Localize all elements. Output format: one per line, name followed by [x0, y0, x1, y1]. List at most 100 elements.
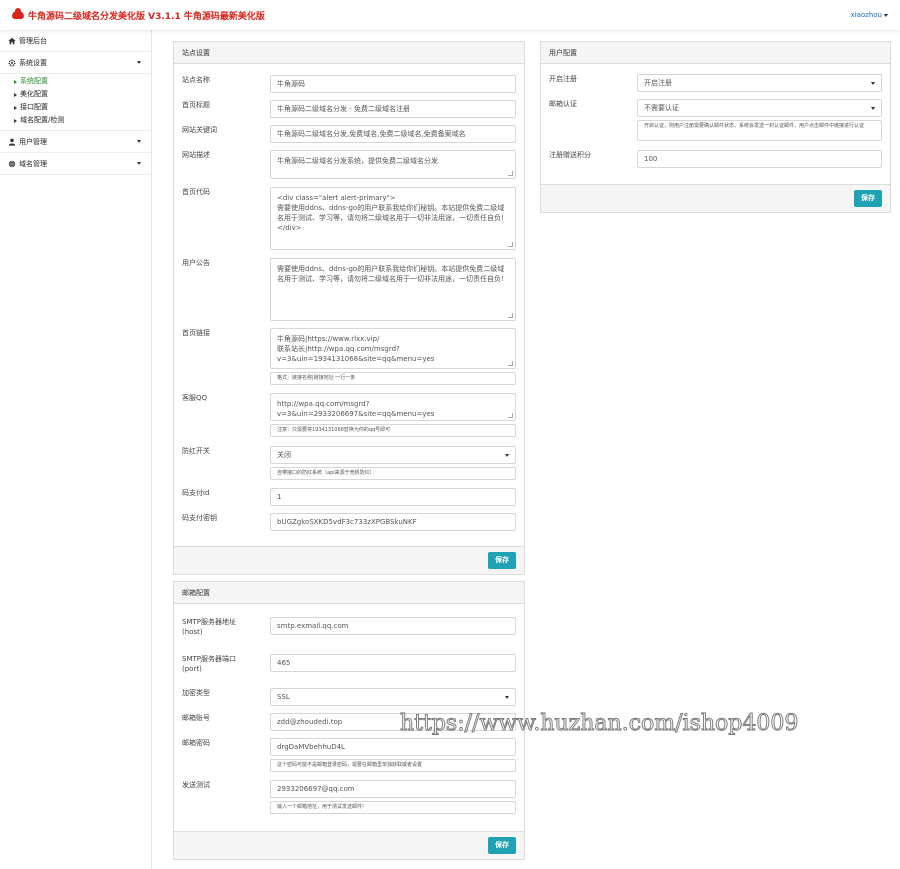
caret-right-icon	[14, 105, 17, 110]
home-code-text: <div class="alert alert-primary"> 需要使用dd…	[277, 194, 505, 232]
encryption-selected: SSL	[277, 693, 290, 701]
sidebar-subitem-domain-config[interactable]: 域名配置/检测	[14, 114, 151, 127]
mail-account-label: 邮箱账号	[182, 714, 210, 722]
mail-verify-selected: 不需要认证	[644, 104, 679, 112]
send-test-input[interactable]: 2933206697@qq.com	[270, 780, 516, 798]
card-footer: 保存	[174, 546, 524, 574]
home-icon	[8, 37, 16, 44]
resize-grip-icon[interactable]	[508, 313, 513, 318]
description-text: 牛角源码二级域名分发系统，提供免费二级域名分发	[277, 157, 438, 165]
antired-select[interactable]: 关闭	[270, 446, 516, 464]
sidebar-submenu: 系统配置 美化配置 接口配置 域名配置/检测	[0, 74, 151, 131]
points-label: 注册赠送积分	[549, 151, 591, 159]
sidebar-item-user-management[interactable]: 用户管理	[0, 131, 151, 153]
site-settings-card: 站点设置 站点名称 牛角源码 首页标题 牛角源码二级域名分发 - 免费二级域名注…	[173, 41, 525, 575]
mail-verify-select[interactable]: 不需要认证	[637, 99, 882, 117]
sidebar-item-domain-management[interactable]: 域名管理	[0, 153, 151, 175]
gear-icon	[8, 58, 16, 67]
save-button[interactable]: 保存	[854, 190, 882, 207]
top-navbar: 牛角源码二级域名分发美化版 V3.1.1 牛角源码最新美化版 xiaozhou	[0, 0, 900, 30]
watermark-text: https://www.huzhan.com/ishop4009	[399, 711, 799, 737]
cloud-icon	[12, 8, 24, 19]
card-title: 站点设置	[174, 42, 524, 64]
points-input[interactable]: 100	[637, 150, 882, 168]
links-help: 格式：链接名称|链接地址 一行一条	[270, 372, 516, 385]
sidebar-label: 管理后台	[19, 36, 47, 45]
sidebar-label: 域名管理	[19, 159, 47, 168]
links-label: 首页链接	[182, 329, 210, 337]
pay-key-label: 码支付密钥	[182, 514, 217, 522]
caret-down-icon	[137, 140, 141, 143]
description-textarea[interactable]: 牛角源码二级域名分发系统，提供免费二级域名分发	[270, 150, 516, 179]
caret-right-icon	[14, 118, 17, 123]
home-title-label: 首页标题	[182, 101, 210, 109]
sidebar-subitem-system-config[interactable]: 系统配置	[14, 75, 151, 88]
encryption-select[interactable]: SSL	[270, 688, 516, 706]
antired-help: 自带接口的防红系统（api来源于竞帆防红）	[270, 467, 516, 480]
card-footer: 保存	[541, 184, 890, 212]
card-footer: 保存	[174, 831, 524, 859]
caret-right-icon	[14, 79, 17, 84]
chevron-down-icon	[871, 82, 875, 85]
notice-textarea[interactable]: 需要使用ddns、ddns-go的用户联系我给你们秘钥。本站提供免费二级域名用于…	[270, 258, 516, 321]
antired-label: 防红开关	[182, 447, 210, 455]
description-label: 网站描述	[182, 151, 210, 159]
caret-right-icon	[14, 92, 17, 97]
resize-grip-icon[interactable]	[508, 242, 513, 247]
brand-title: 牛角源码二级域名分发美化版 V3.1.1 牛角源码最新美化版	[28, 11, 265, 22]
mail-verify-label: 邮箱认证	[549, 100, 577, 108]
sidebar-sublabel: 接口配置	[20, 103, 48, 111]
sidebar-item-admin-home[interactable]: 管理后台	[0, 30, 151, 52]
sidebar-label: 系统设置	[19, 58, 47, 67]
globe-icon	[8, 160, 16, 167]
sidebar-sublabel: 美化配置	[20, 90, 48, 98]
chevron-down-icon	[871, 107, 875, 110]
sidebar: 管理后台 系统设置 系统配置 美化配置 接口配置 域名配置/检测 用户管理 域名…	[0, 30, 152, 869]
chevron-down-icon	[505, 696, 509, 699]
resize-grip-icon[interactable]	[508, 171, 513, 176]
user-name: xiaozhou	[850, 11, 883, 19]
qq-help: 注意：只需要将1934131068替换为你的qq号即可	[270, 424, 516, 437]
pay-id-input[interactable]: 1	[270, 488, 516, 506]
smtp-port-label: SMTP服务器端口 (port)	[182, 655, 236, 673]
home-code-textarea[interactable]: <div class="alert alert-primary"> 需要使用dd…	[270, 187, 516, 250]
links-text: 牛角源码|https://www.rlxx.vip/ 联系站长|http://w…	[277, 335, 435, 363]
resize-grip-icon[interactable]	[508, 413, 513, 418]
encryption-label: 加密类型	[182, 689, 210, 697]
sidebar-sublabel: 域名配置/检测	[20, 116, 65, 124]
mail-password-label: 邮箱密码	[182, 739, 210, 747]
smtp-port-input[interactable]: 465	[270, 654, 516, 672]
register-select[interactable]: 开启注册	[637, 74, 882, 92]
antired-selected: 关闭	[277, 451, 291, 459]
sidebar-sublabel: 系统配置	[20, 77, 48, 85]
user-menu[interactable]: xiaozhou	[850, 11, 888, 19]
caret-down-icon	[137, 162, 141, 165]
keywords-input[interactable]: 牛角源码二级域名分发,免费域名,免费二级域名,免费备案域名	[270, 125, 516, 143]
sidebar-label: 用户管理	[19, 137, 47, 146]
smtp-host-label: SMTP服务器地址 (host)	[182, 618, 236, 636]
smtp-host-input[interactable]: smtp.exmail.qq.com	[270, 617, 516, 635]
save-button[interactable]: 保存	[488, 552, 516, 569]
sidebar-item-system-settings[interactable]: 系统设置	[0, 52, 151, 74]
resize-grip-icon[interactable]	[508, 361, 513, 366]
qq-textarea[interactable]: http://wpa.qq.com/msgrd?v=3&uin=29332066…	[270, 393, 516, 421]
mail-password-input[interactable]: drgDaMVbehhuD4L	[270, 738, 516, 756]
notice-text: 需要使用ddns、ddns-go的用户联系我给你们秘钥。本站提供免费二级域名用于…	[277, 265, 505, 283]
sidebar-subitem-theme-config[interactable]: 美化配置	[14, 88, 151, 101]
save-button[interactable]: 保存	[488, 837, 516, 854]
pay-key-input[interactable]: bUGZgkoSXKD5vdF3c733zXPGBSkuNKF	[270, 513, 516, 531]
qq-label: 客服QQ	[182, 394, 208, 402]
home-code-label: 首页代码	[182, 188, 210, 196]
send-test-label: 发送测试	[182, 781, 210, 789]
site-name-label: 站点名称	[182, 76, 210, 84]
register-label: 开启注册	[549, 75, 577, 83]
home-title-input[interactable]: 牛角源码二级域名分发 - 免费二级域名注册	[270, 100, 516, 118]
brand[interactable]: 牛角源码二级域名分发美化版 V3.1.1 牛角源码最新美化版	[12, 8, 265, 22]
site-name-input[interactable]: 牛角源码	[270, 75, 516, 93]
chevron-down-icon	[505, 454, 509, 457]
sidebar-subitem-api-config[interactable]: 接口配置	[14, 101, 151, 114]
keywords-label: 网站关键词	[182, 126, 217, 134]
user-settings-card: 用户配置 开启注册 开启注册 邮箱认证 不需要认证 开启认证，则用户注册需要确认…	[540, 41, 891, 213]
caret-down-icon	[884, 13, 888, 17]
links-textarea[interactable]: 牛角源码|https://www.rlxx.vip/ 联系站长|http://w…	[270, 328, 516, 369]
